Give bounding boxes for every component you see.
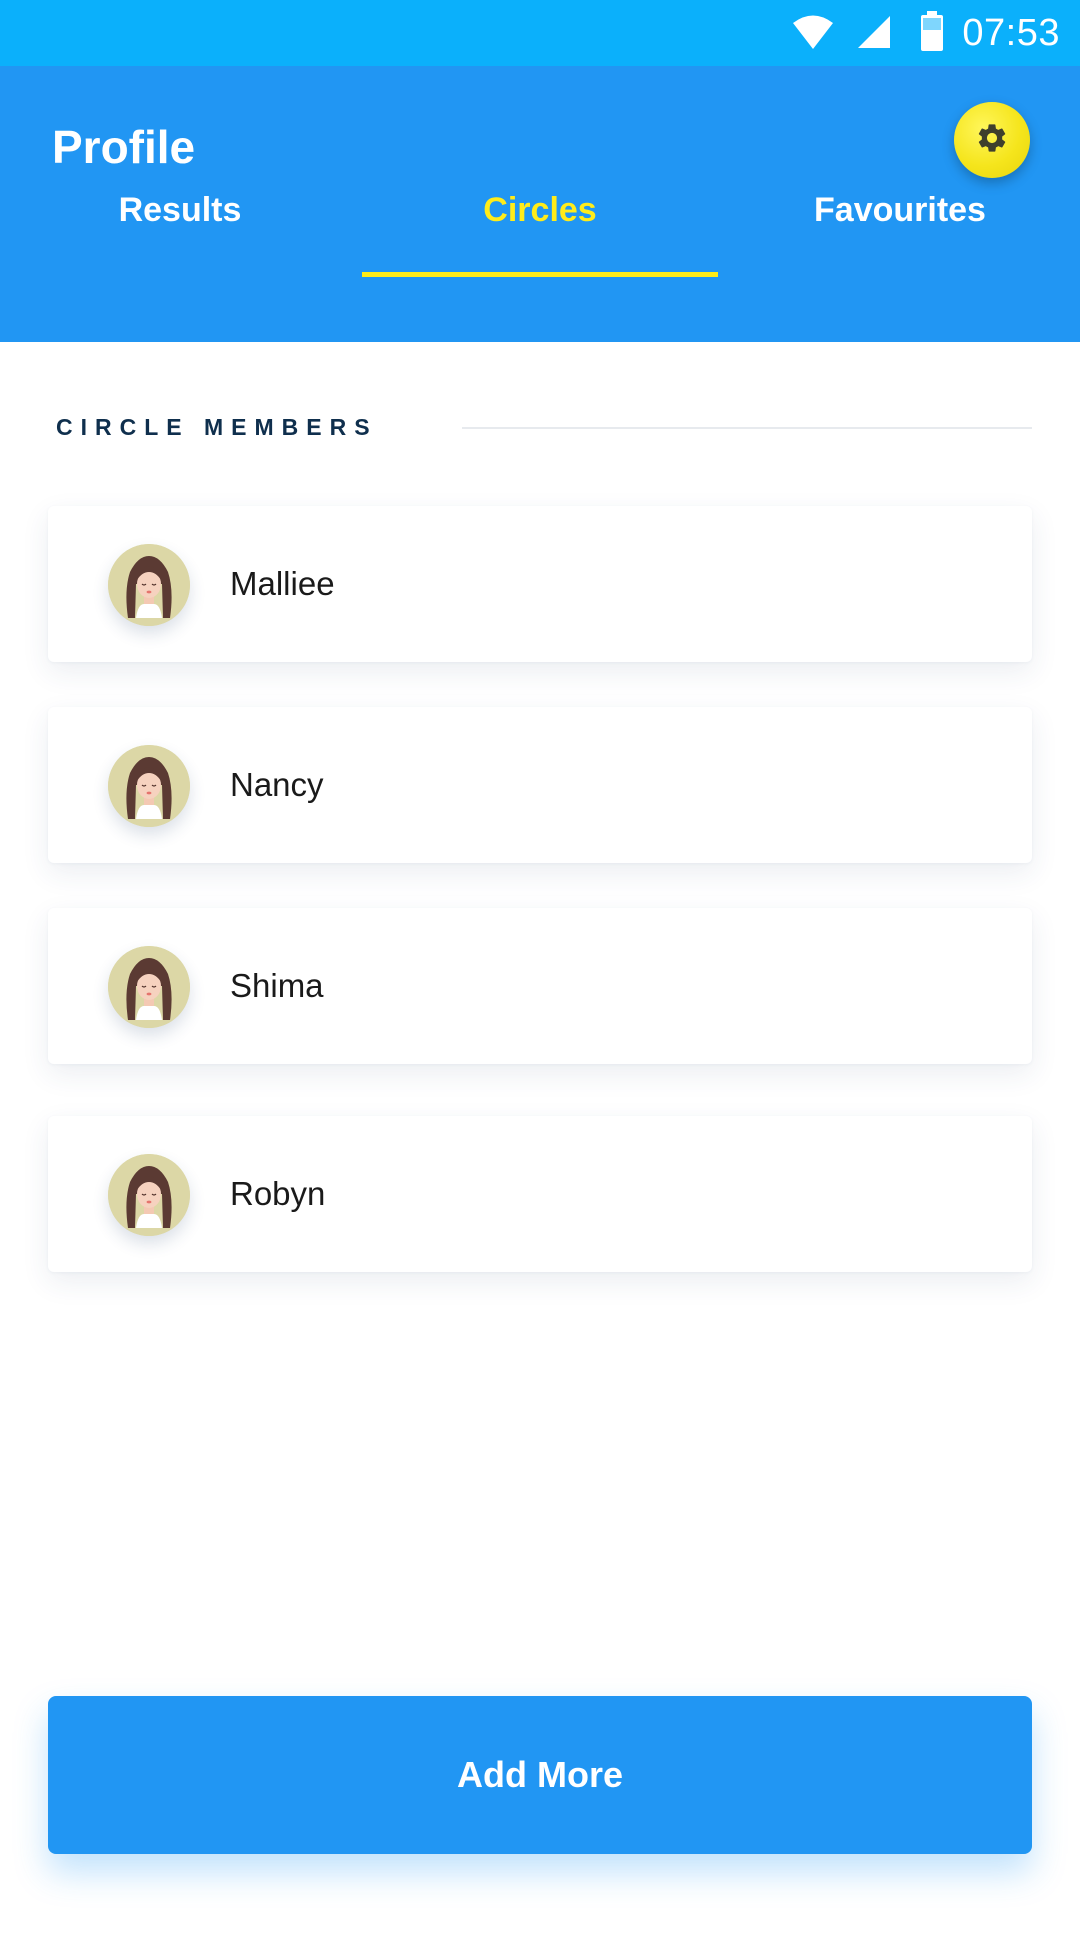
tab-circles[interactable]: Circles [360, 188, 720, 276]
app-header: Profile Results Circles Favourites [0, 66, 1080, 342]
girl-avatar-icon [108, 745, 190, 827]
signal-icon [856, 14, 892, 55]
tab-results[interactable]: Results [0, 188, 360, 276]
member-name: Robyn [230, 1175, 326, 1212]
tab-favourites[interactable]: Favourites [720, 188, 1080, 276]
section-header: CIRCLE MEMBERS [56, 410, 1032, 444]
wifi-icon [792, 14, 834, 55]
girl-avatar-icon [108, 946, 190, 1028]
status-time: 07:53 [962, 12, 1060, 54]
list-item[interactable]: Shima [48, 908, 1032, 1064]
girl-avatar-icon [108, 1154, 190, 1236]
battery-icon [920, 10, 944, 57]
add-more-button[interactable]: Add More [48, 1696, 1032, 1854]
status-bar: 07:53 [0, 0, 1080, 66]
section-label: CIRCLE MEMBERS [56, 414, 378, 440]
active-tab-indicator [362, 272, 718, 277]
tab-label: Favourites [814, 191, 986, 229]
list-item[interactable]: Malliee [48, 506, 1032, 662]
tab-bar: Results Circles Favourites [0, 66, 1080, 342]
list-item[interactable]: Nancy [48, 707, 1032, 863]
tab-label: Results [118, 191, 242, 229]
section-divider [462, 427, 1032, 429]
list-item[interactable]: Robyn [48, 1116, 1032, 1272]
tab-label: Circles [483, 191, 597, 229]
member-name: Shima [230, 967, 324, 1004]
girl-avatar-icon [108, 544, 190, 626]
member-name: Malliee [230, 565, 335, 602]
member-name: Nancy [230, 766, 324, 803]
